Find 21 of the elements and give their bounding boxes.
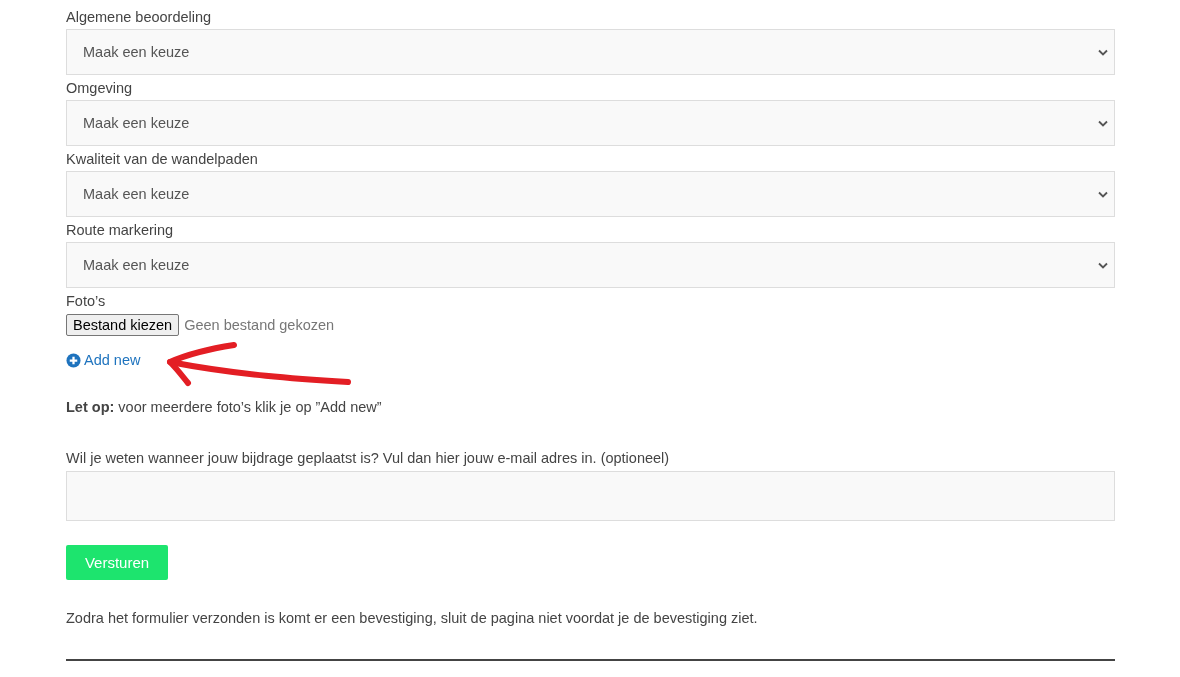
field-label: Wil je weten wanneer jouw bijdrage geplaatst is? Vul dan hier jouw e-mail adres in. (optioneel) xyxy=(66,449,671,468)
chevron-down-icon xyxy=(1098,190,1108,198)
field-label: Route markering xyxy=(66,221,175,240)
dropdown[interactable]: Maak een keuze xyxy=(66,100,1115,146)
field-label: Algemene beoordeling xyxy=(66,8,213,27)
dropdown[interactable]: Maak een keuze xyxy=(66,171,1115,217)
file-status: Geen bestand gekozen xyxy=(184,317,335,333)
chevron-down-icon xyxy=(1098,261,1108,269)
notice-text: Zodra het formulier verzonden is komt er een bevestiging, sluit de pagina niet voordat je de bevestiging ziet. xyxy=(66,609,759,628)
field-label: Kwaliteit van de wandelpaden xyxy=(66,150,259,169)
note-text: Let op: voor meerdere foto’s klik je op ”Add new” xyxy=(66,398,383,417)
dropdown[interactable]: Maak een keuze xyxy=(66,242,1115,288)
choose-file-button[interactable]: Bestand kiezen xyxy=(66,314,180,336)
chevron-down-icon xyxy=(1098,119,1108,127)
field-label: Omgeving xyxy=(66,79,134,98)
chevron-down-icon xyxy=(1098,48,1108,56)
plus-circle-icon xyxy=(66,352,81,368)
add-new-link[interactable]: Add new xyxy=(66,352,141,368)
field-label: Foto’s xyxy=(66,292,107,311)
email-field[interactable] xyxy=(66,471,1115,521)
dropdown[interactable]: Maak een keuze xyxy=(66,29,1115,75)
